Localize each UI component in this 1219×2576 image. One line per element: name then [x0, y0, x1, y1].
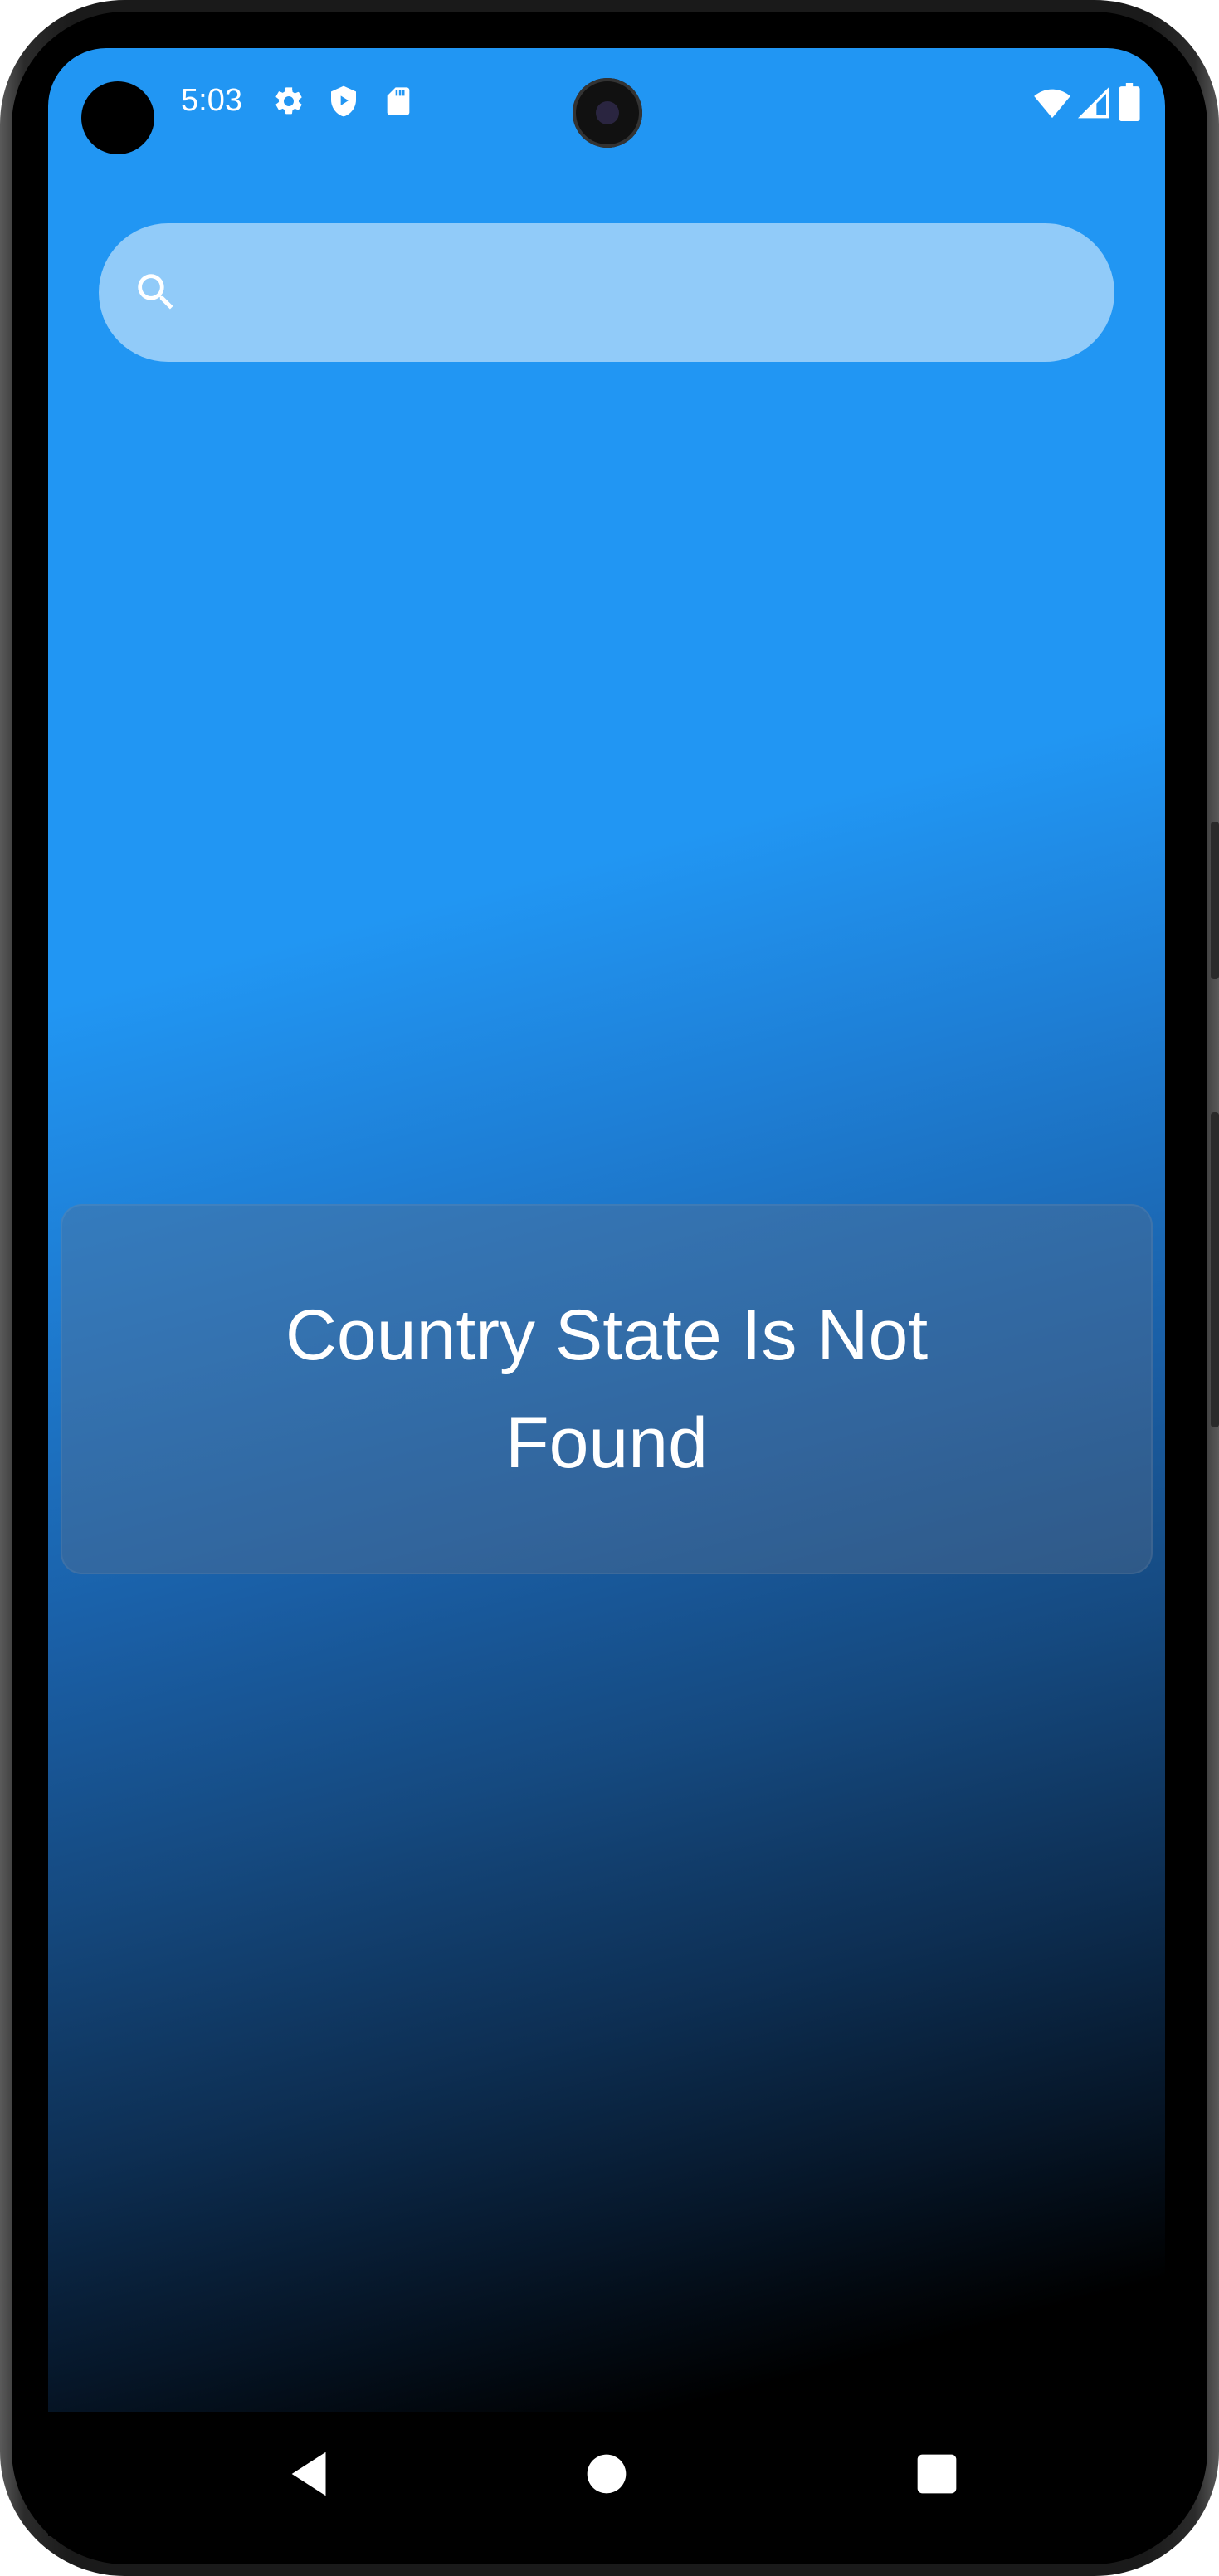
back-icon[interactable]	[282, 2445, 340, 2503]
search-input[interactable]	[198, 248, 1078, 337]
status-time: 5:03	[181, 83, 242, 118]
sd-card-icon	[387, 87, 410, 115]
search-icon	[138, 274, 173, 310]
wifi-icon	[1034, 89, 1070, 119]
not-found-message: Country State Is Not Found	[285, 1295, 929, 1483]
not-found-card: Country State Is Not Found	[61, 1204, 1153, 1574]
status-bar: 5:03	[48, 48, 1165, 164]
search-bar[interactable]	[99, 223, 1114, 362]
battery-icon	[1119, 83, 1140, 121]
power-button	[1211, 1112, 1219, 1427]
front-camera	[573, 78, 642, 148]
app-screen: 5:03 Country State Is Not Found	[48, 48, 1165, 2412]
volume-button	[1211, 822, 1219, 979]
navigation-bar	[48, 2412, 1165, 2536]
home-icon[interactable]	[578, 2445, 636, 2503]
shield-play-icon	[331, 85, 356, 117]
front-sensor	[81, 81, 154, 154]
recents-icon[interactable]	[908, 2445, 966, 2503]
gear-icon	[275, 87, 302, 115]
signal-icon	[1077, 86, 1109, 119]
